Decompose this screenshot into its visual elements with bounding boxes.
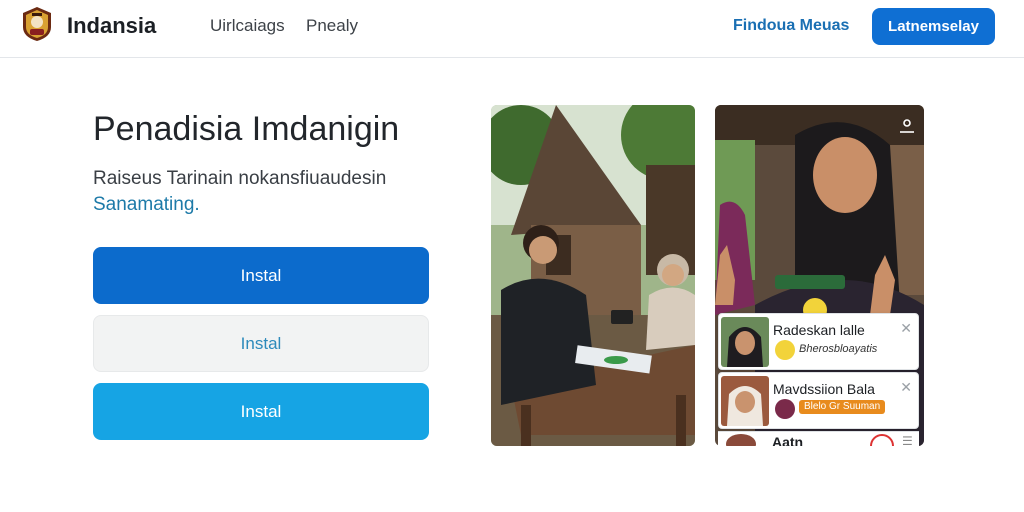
notification-card-2[interactable]: Mavdssiion Bala Blelo Gr Suuman ✕	[718, 372, 919, 429]
avatar	[721, 317, 769, 367]
village-meeting-photo	[491, 105, 695, 446]
card-subtitle: Bherosbloayatis	[799, 343, 878, 355]
hero-subtitle-link[interactable]: Sanamating.	[93, 194, 200, 216]
install-button-primary[interactable]: Instal	[93, 247, 429, 304]
card-name: Radeskan lalle	[773, 322, 865, 338]
crest-logo-icon[interactable]	[18, 5, 56, 43]
notification-card-1[interactable]: Radeskan lalle Bherosbloayatis ✕	[718, 313, 919, 370]
hero-subtitle: Raiseus Tarinain nokansfiuaudesin	[93, 168, 387, 189]
avatar	[726, 434, 756, 446]
status-badge: Blelo Gr Suuman	[799, 400, 886, 414]
hero-title: Penadisia Imdanigin	[93, 110, 400, 148]
nav-link-2[interactable]: Pnealy	[306, 16, 358, 36]
install-button-accent[interactable]: Instal	[93, 383, 429, 440]
install-button-secondary[interactable]: Instal	[93, 315, 429, 372]
record-icon[interactable]	[870, 434, 894, 446]
top-navigation-bar: Indansia Uirlcaiags Pnealy Findoua Meuas…	[0, 0, 1024, 58]
nav-link-1[interactable]: Uirlcaiags	[210, 16, 285, 36]
seal-icon	[775, 399, 795, 419]
card-name: Aatn	[772, 434, 804, 446]
cta-button[interactable]: Latnemselay	[872, 8, 995, 45]
menu-icon[interactable]: ☰	[902, 434, 913, 446]
close-icon[interactable]: ✕	[900, 379, 912, 396]
brand-name[interactable]: Indansia	[67, 13, 156, 39]
avatar	[721, 376, 769, 426]
notification-card-3[interactable]: Aatn ☰	[718, 431, 919, 446]
find-link[interactable]: Findoua Meuas	[733, 17, 849, 35]
user-icon[interactable]	[898, 117, 916, 135]
emoji-icon	[775, 340, 795, 360]
card-name: Mavdssiion Bala	[773, 381, 875, 397]
close-icon[interactable]: ✕	[900, 320, 912, 337]
